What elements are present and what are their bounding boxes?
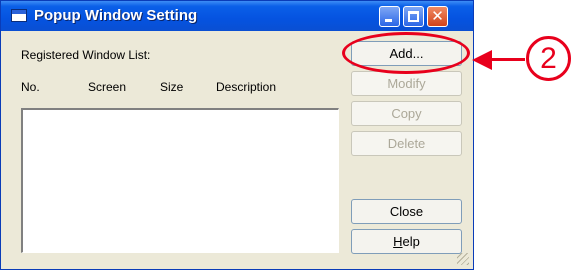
column-header-description[interactable]: Description bbox=[216, 80, 276, 94]
copy-button[interactable]: Copy bbox=[351, 101, 462, 126]
delete-button[interactable]: Delete bbox=[351, 131, 462, 156]
help-accelerator: H bbox=[393, 234, 403, 249]
window-title: Popup Window Setting bbox=[34, 7, 198, 24]
minimize-button[interactable] bbox=[379, 6, 400, 27]
resize-grip-icon[interactable] bbox=[457, 253, 469, 265]
maximize-button[interactable] bbox=[403, 6, 424, 27]
close-button[interactable]: Close bbox=[351, 199, 462, 224]
registered-window-list[interactable] bbox=[21, 108, 339, 253]
column-header-no[interactable]: No. bbox=[21, 80, 40, 94]
help-button[interactable]: Help bbox=[351, 229, 462, 254]
close-icon: ✕ bbox=[431, 8, 444, 25]
modify-button[interactable]: Modify bbox=[351, 71, 462, 96]
minimize-icon bbox=[385, 19, 392, 22]
maximize-icon bbox=[408, 11, 419, 22]
title-bar[interactable]: Popup Window Setting ✕ bbox=[1, 1, 473, 31]
window-icon bbox=[11, 9, 27, 22]
annotation-highlight-ellipse bbox=[342, 32, 470, 74]
registered-window-list-label: Registered Window List: bbox=[21, 48, 151, 62]
column-header-size[interactable]: Size bbox=[160, 80, 183, 94]
annotation-arrow-icon bbox=[472, 50, 492, 70]
column-header-screen[interactable]: Screen bbox=[88, 80, 126, 94]
help-label-rest: elp bbox=[402, 234, 420, 249]
close-window-button[interactable]: ✕ bbox=[427, 6, 448, 27]
annotation-step-number: 2 bbox=[526, 36, 571, 81]
annotation-arrow-line bbox=[490, 58, 525, 61]
